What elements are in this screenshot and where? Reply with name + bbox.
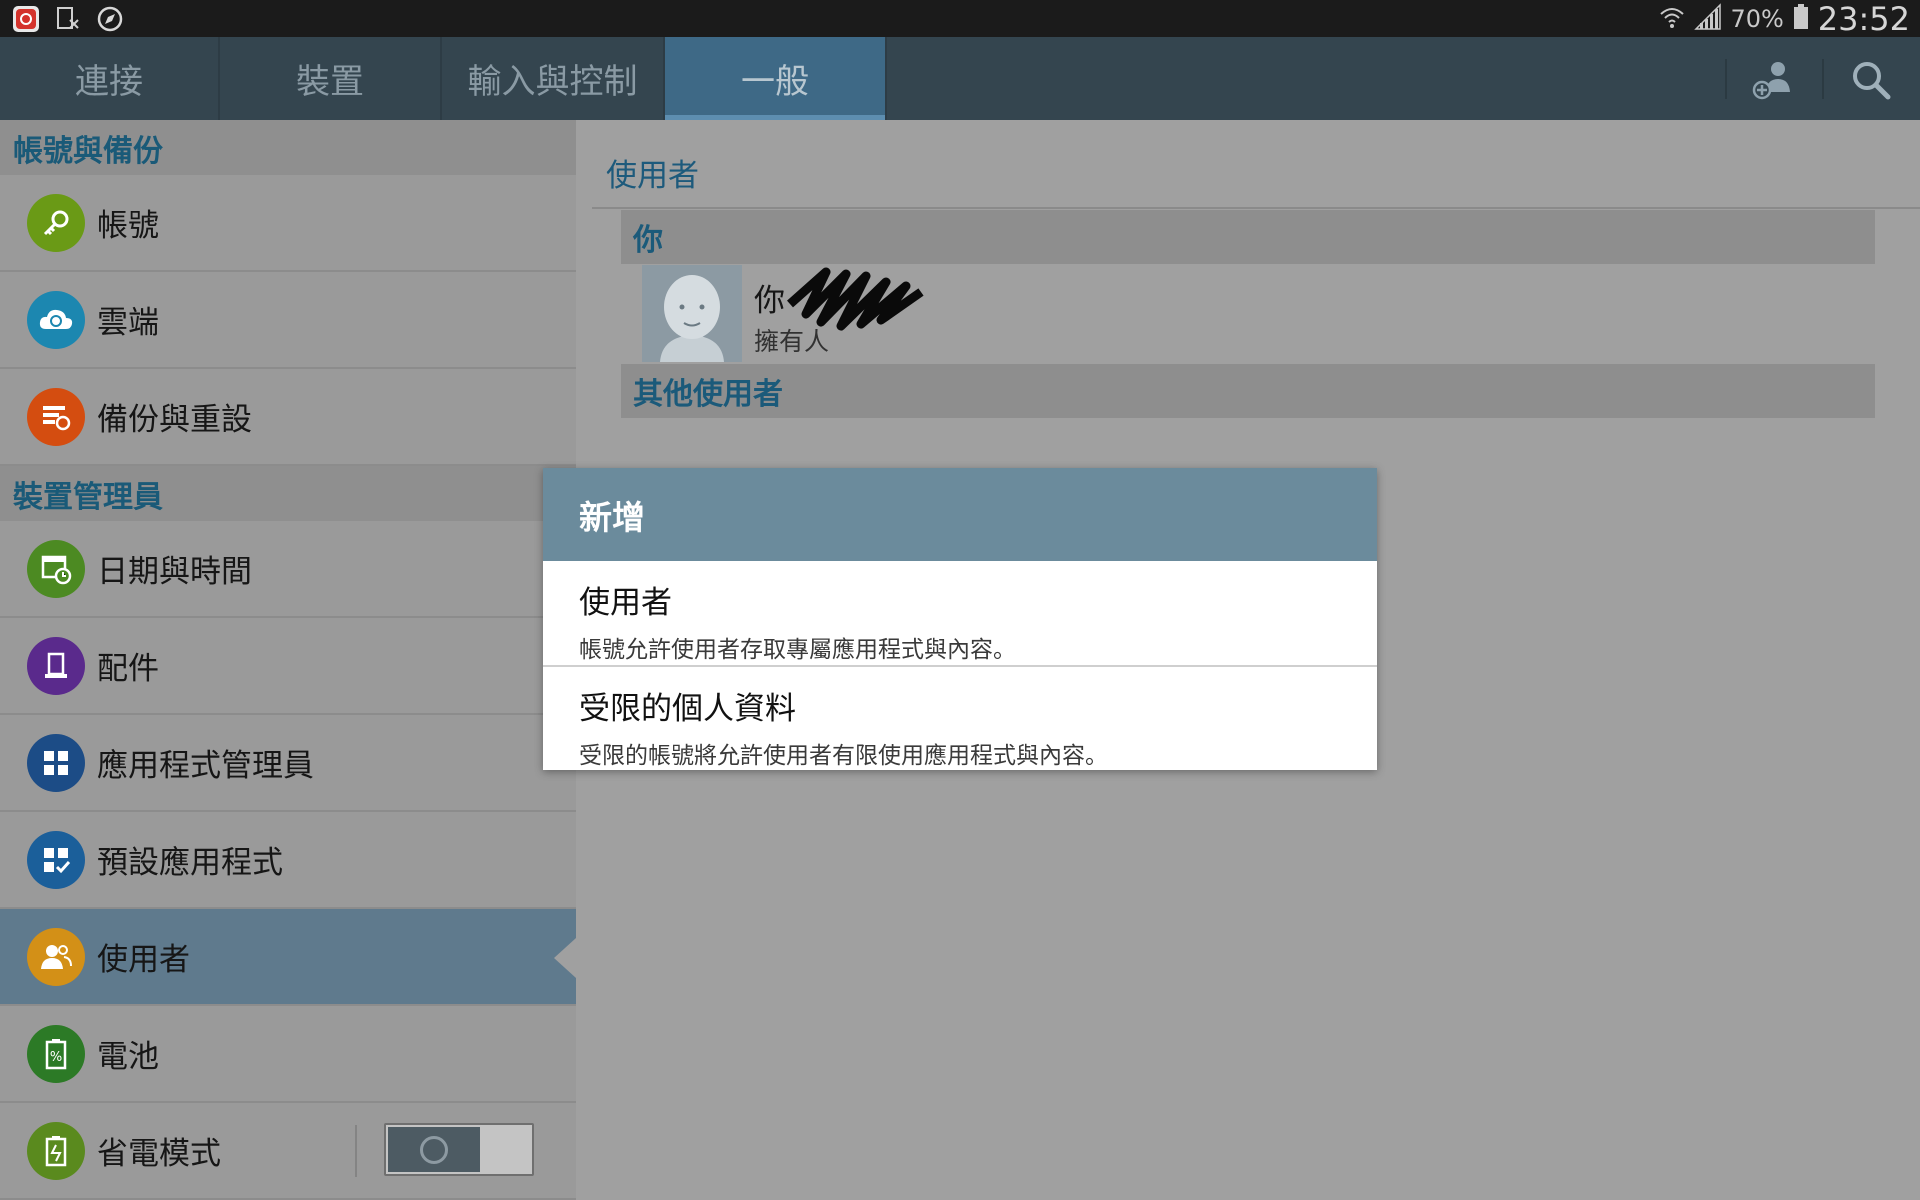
group-header-you: 你 bbox=[621, 210, 1875, 264]
group-header-other-users: 其他使用者 bbox=[621, 364, 1875, 418]
option-title: 受限的個人資料 bbox=[579, 691, 796, 727]
title-divider bbox=[592, 207, 1920, 209]
toolbar-divider bbox=[1822, 59, 1824, 99]
cloud-sync-icon bbox=[27, 290, 85, 349]
sidebar-item-label: 預設應用程式 bbox=[97, 845, 283, 881]
settings-tab-bar: 連接 裝置 輸入與控制 一般 bbox=[0, 37, 1920, 120]
battery-icon bbox=[1792, 3, 1810, 35]
section-header-device-manager: 裝置管理員 bbox=[0, 466, 576, 521]
tab-controls[interactable]: 輸入與控制 bbox=[442, 37, 665, 120]
sidebar-item-label: 應用程式管理員 bbox=[97, 748, 314, 784]
sidebar-item-label: 省電模式 bbox=[97, 1136, 221, 1172]
page-title: 使用者 bbox=[606, 158, 699, 194]
sidebar-item-label: 雲端 bbox=[97, 305, 159, 341]
sidebar-item-cloud[interactable]: 雲端 bbox=[0, 272, 576, 369]
compass-icon bbox=[96, 5, 124, 33]
sidebar-item-power-saving[interactable]: 省電模式 bbox=[0, 1103, 576, 1200]
tab-device[interactable]: 裝置 bbox=[220, 37, 442, 120]
power-saving-toggle[interactable] bbox=[384, 1123, 534, 1176]
backup-icon bbox=[27, 387, 85, 446]
users-icon bbox=[27, 927, 85, 986]
search-icon[interactable] bbox=[1846, 55, 1896, 105]
battery-percent-text: 70% bbox=[1730, 4, 1784, 33]
section-header-accounts: 帳號與備份 bbox=[0, 120, 576, 175]
tab-general[interactable]: 一般 bbox=[665, 37, 887, 120]
tab-connections[interactable]: 連接 bbox=[0, 37, 220, 120]
key-icon bbox=[27, 193, 85, 252]
toggle-knob bbox=[388, 1127, 480, 1172]
clock: 23:52 bbox=[1817, 0, 1910, 38]
document-icon bbox=[54, 5, 82, 33]
calendar-clock-icon bbox=[27, 539, 85, 598]
battery-percent-icon: % bbox=[27, 1024, 85, 1083]
avatar[interactable] bbox=[642, 265, 742, 362]
sidebar-item-label: 使用者 bbox=[97, 942, 190, 978]
sidebar-item-accounts[interactable]: 帳號 bbox=[0, 175, 576, 272]
notification-app-icon bbox=[12, 5, 40, 33]
settings-sidebar: 帳號與備份 帳號 雲端 備份與重設 裝置管理員 日期與時間 配件 應用程式管理員… bbox=[0, 120, 576, 1200]
option-description: 受限的帳號將允許使用者有限使用應用程式與內容。 bbox=[579, 743, 1108, 769]
sidebar-item-label: 帳號 bbox=[97, 208, 159, 244]
svg-text:%: % bbox=[50, 1050, 62, 1065]
toggle-divider bbox=[355, 1125, 357, 1177]
sidebar-item-date-time[interactable]: 日期與時間 bbox=[0, 521, 576, 618]
sidebar-item-label: 配件 bbox=[97, 651, 159, 687]
sidebar-item-application-manager[interactable]: 應用程式管理員 bbox=[0, 715, 576, 812]
toolbar-divider bbox=[1725, 59, 1727, 99]
apps-grid-icon bbox=[27, 733, 85, 792]
accessory-icon bbox=[27, 636, 85, 695]
dialog-option-restricted-profile[interactable]: 受限的個人資料 受限的帳號將允許使用者有限使用應用程式與內容。 bbox=[543, 665, 1377, 770]
dialog-option-user[interactable]: 使用者 帳號允許使用者存取專屬應用程式與內容。 bbox=[543, 561, 1377, 665]
sidebar-item-label: 日期與時間 bbox=[97, 554, 252, 590]
add-user-dialog: 新增 使用者 帳號允許使用者存取專屬應用程式與內容。 受限的個人資料 受限的帳號… bbox=[543, 468, 1377, 770]
sidebar-item-accessories[interactable]: 配件 bbox=[0, 618, 576, 715]
status-bar: 70% 23:52 bbox=[0, 0, 1920, 38]
wifi-icon bbox=[1658, 3, 1686, 35]
add-user-icon[interactable] bbox=[1749, 55, 1799, 105]
power-saving-icon bbox=[27, 1121, 85, 1180]
dialog-title: 新增 bbox=[543, 468, 1377, 561]
status-notification-icons bbox=[12, 5, 124, 33]
signal-icon bbox=[1694, 2, 1722, 35]
sidebar-item-backup-reset[interactable]: 備份與重設 bbox=[0, 369, 576, 466]
sidebar-item-default-apps[interactable]: 預設應用程式 bbox=[0, 812, 576, 909]
sidebar-item-battery[interactable]: % 電池 bbox=[0, 1006, 576, 1103]
status-system-icons: 70% 23:52 bbox=[1658, 0, 1910, 38]
current-user-name[interactable]: 你 bbox=[754, 275, 785, 320]
sidebar-item-label: 備份與重設 bbox=[97, 402, 252, 438]
sidebar-item-label: 電池 bbox=[97, 1039, 159, 1075]
sidebar-item-users[interactable]: 使用者 bbox=[0, 909, 576, 1006]
current-user-role: 擁有人 bbox=[754, 327, 830, 356]
option-description: 帳號允許使用者存取專屬應用程式與內容。 bbox=[579, 637, 1016, 663]
default-apps-icon bbox=[27, 830, 85, 889]
option-title: 使用者 bbox=[579, 585, 672, 621]
